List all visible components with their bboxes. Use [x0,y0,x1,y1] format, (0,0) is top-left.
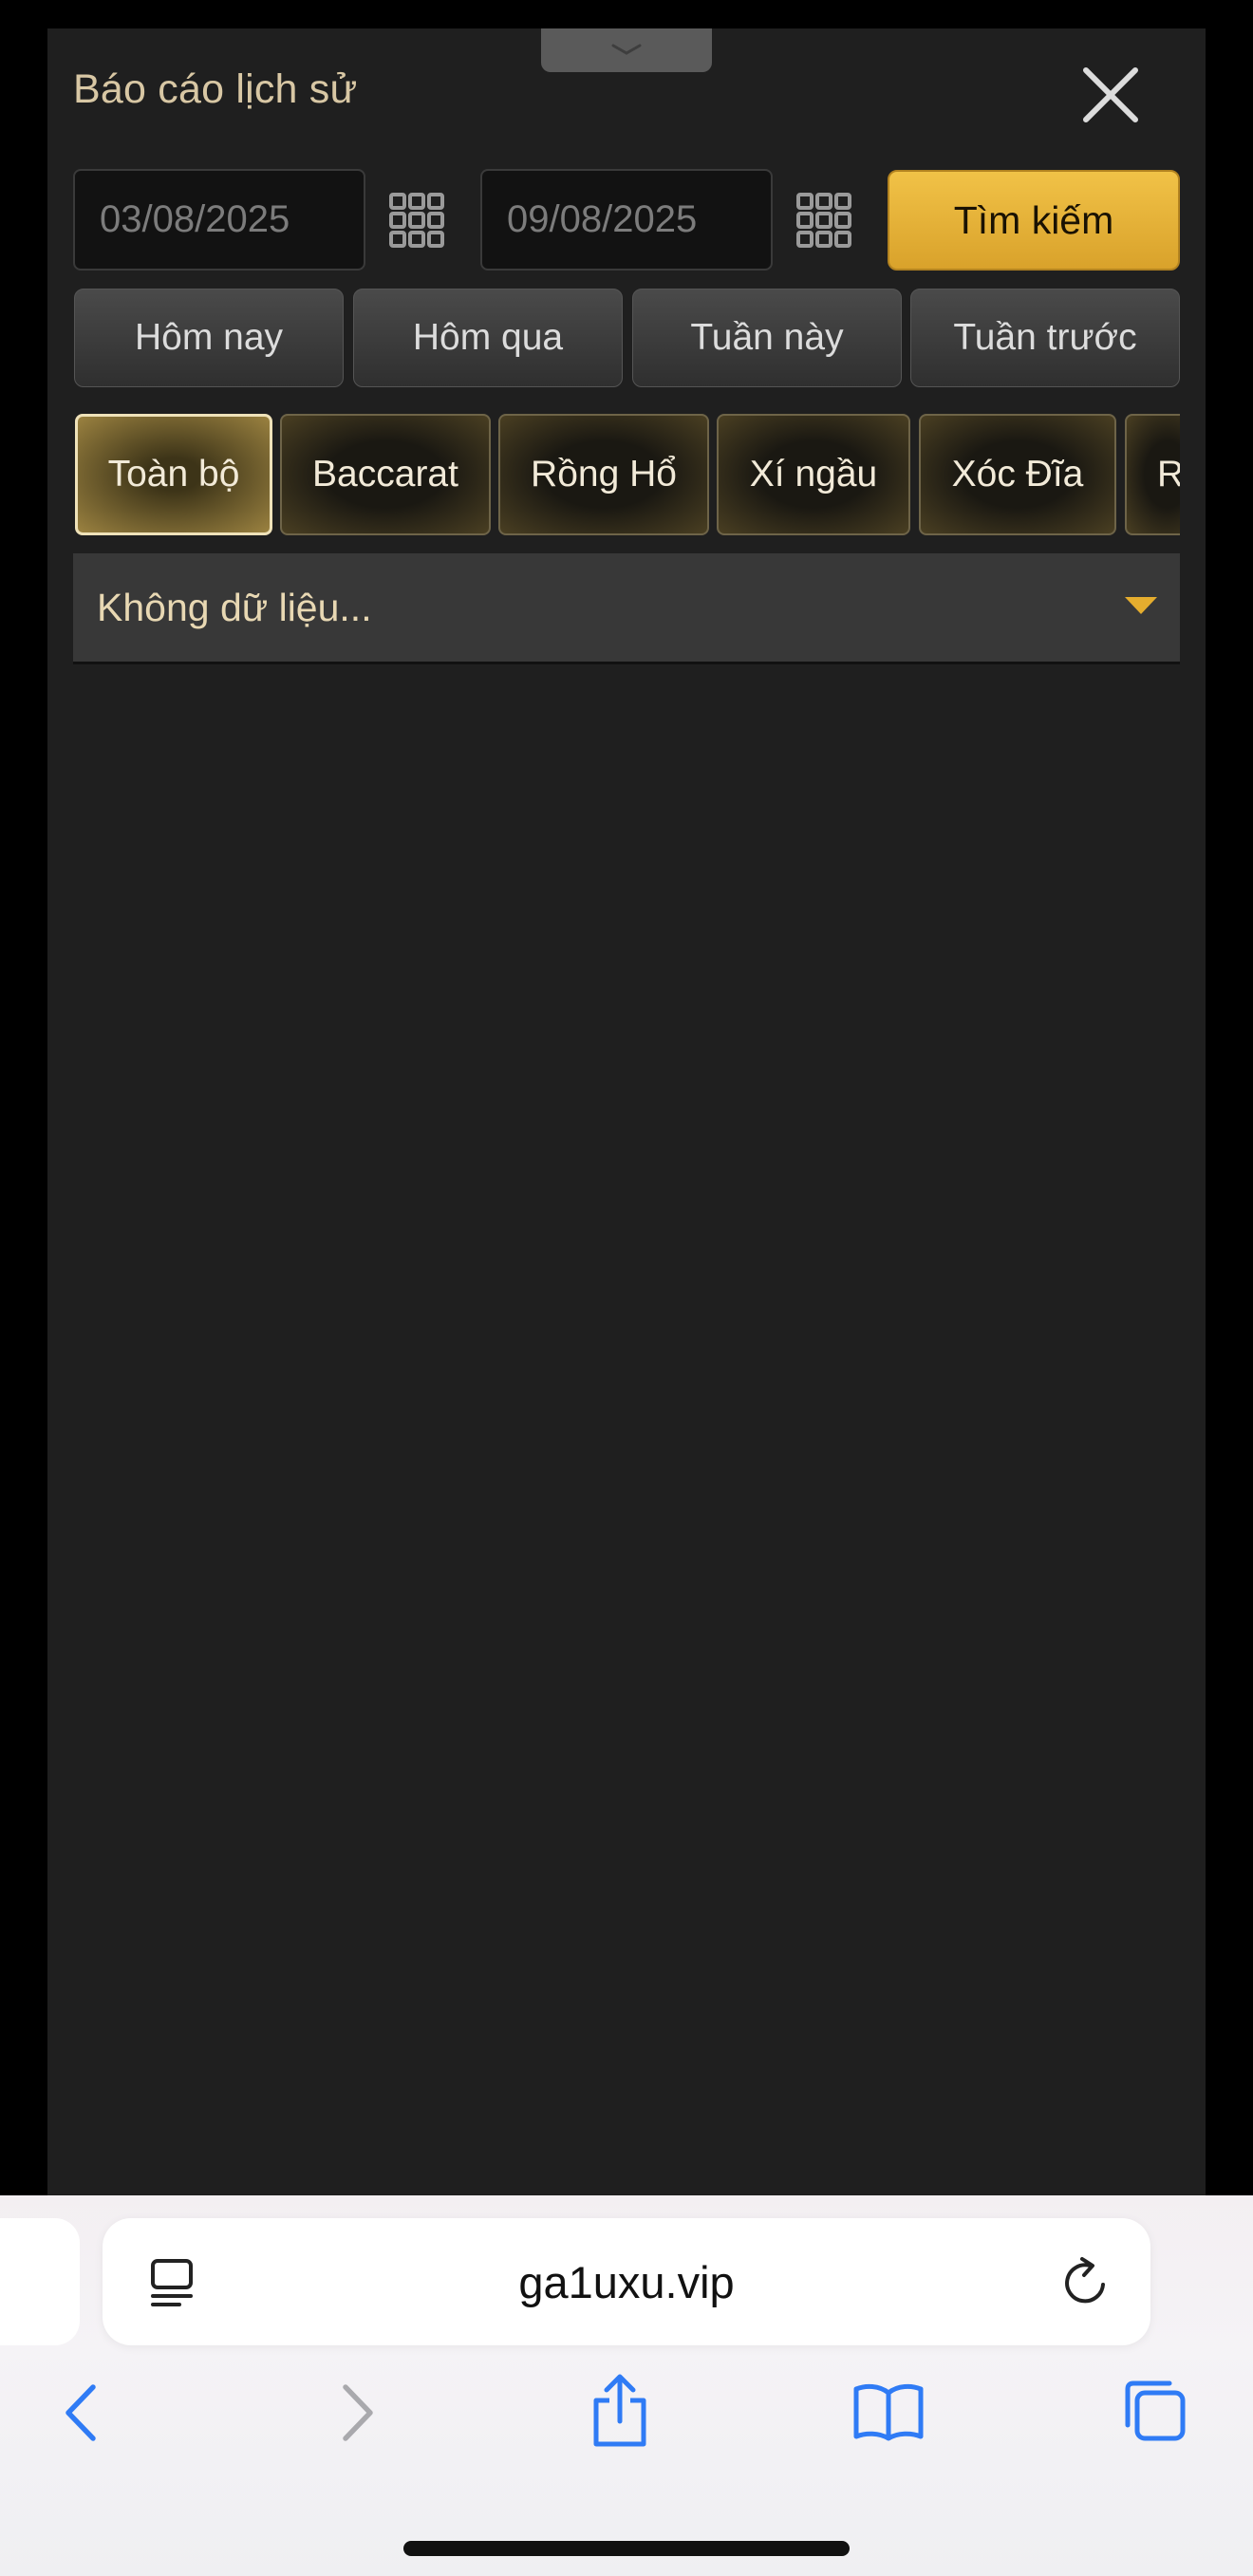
start-date-input[interactable] [73,169,365,271]
search-button[interactable]: Tìm kiếm [888,170,1180,271]
tab-dice[interactable]: Xí ngầu [717,414,910,535]
tab-xoc-dia[interactable]: Xóc Đĩa [919,414,1116,535]
empty-data-text: Không dữ liệu... [97,585,372,629]
back-icon[interactable] [59,2380,106,2446]
chevron-down-icon [611,44,642,55]
browser-toolbar: ga1uxu.vip [0,2195,1253,2576]
reload-icon[interactable] [1061,2256,1111,2307]
share-icon[interactable] [589,2372,651,2448]
page-title: Báo cáo lịch sử [73,66,358,112]
close-button[interactable] [1077,62,1144,128]
result-dropdown[interactable]: Không dữ liệu... [73,553,1180,664]
forward-icon[interactable] [332,2380,380,2446]
tab-dragon-tiger[interactable]: Rồng Hổ [498,414,709,535]
previous-tab-card[interactable] [0,2218,80,2345]
close-icon [1083,67,1138,122]
caret-down-icon [1125,597,1157,614]
sheet-drag-handle[interactable] [541,28,712,72]
calendar-icon-end[interactable] [795,192,852,249]
url-text: ga1uxu.vip [518,2257,735,2307]
home-indicator [403,2541,850,2556]
quick-range-this-week[interactable]: Tuần này [632,289,902,387]
tabs-icon[interactable] [1120,2376,1188,2444]
address-bar[interactable]: ga1uxu.vip [103,2218,1150,2345]
end-date-input[interactable] [480,169,773,271]
tab-baccarat[interactable]: Baccarat [280,414,491,535]
bookmarks-icon[interactable] [852,2381,925,2442]
calendar-icon-start[interactable] [388,192,445,249]
quick-range-last-week[interactable]: Tuần trước [910,289,1180,387]
quick-range-yesterday[interactable]: Hôm qua [353,289,623,387]
game-tabs: Toàn bộ Baccarat Rồng Hổ Xí ngầu Xóc Đĩa… [73,410,1180,539]
tab-all[interactable]: Toàn bộ [75,414,272,535]
tab-more[interactable]: R [1125,414,1180,535]
quick-range-today[interactable]: Hôm nay [74,289,344,387]
